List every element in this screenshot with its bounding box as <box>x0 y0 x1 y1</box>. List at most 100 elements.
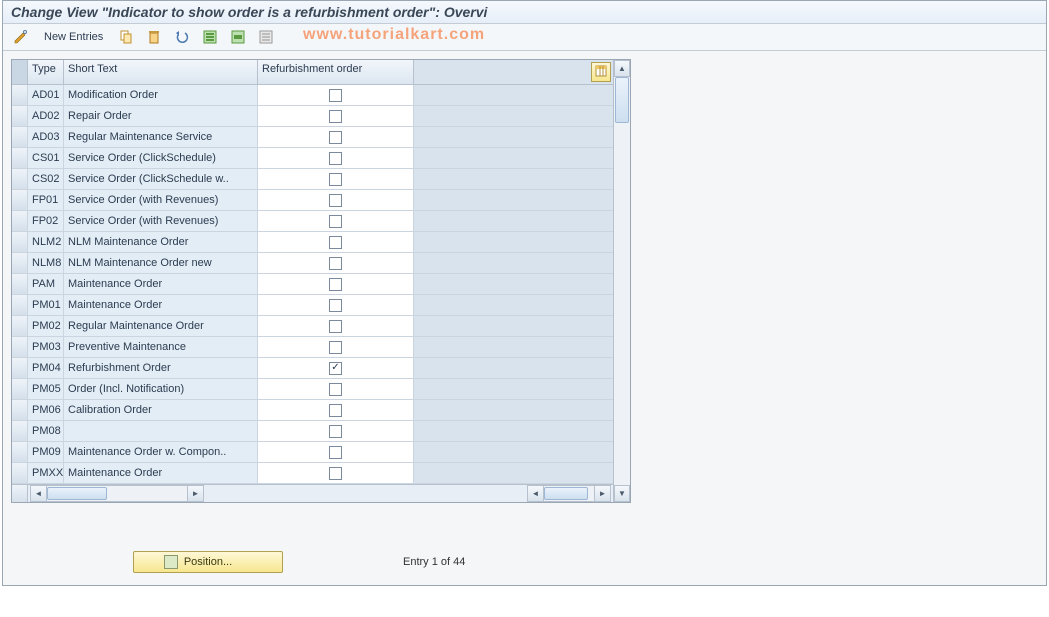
refurbishment-checkbox[interactable] <box>329 341 342 354</box>
row-selector[interactable] <box>12 295 28 315</box>
row-selector[interactable] <box>12 253 28 273</box>
cell-refurbishment[interactable] <box>258 379 414 399</box>
cell-short-text[interactable]: Maintenance Order w. Compon.. <box>64 442 258 462</box>
row-selector[interactable] <box>12 169 28 189</box>
refurbishment-checkbox[interactable]: ✓ <box>329 362 342 375</box>
table-row[interactable]: PM05Order (Incl. Notification) <box>12 379 613 400</box>
refurbishment-checkbox[interactable] <box>329 404 342 417</box>
row-selector[interactable] <box>12 127 28 147</box>
row-selector[interactable] <box>12 190 28 210</box>
copy-as-button[interactable] <box>114 27 138 47</box>
hscroll-right-group[interactable]: ◄ ► <box>527 485 611 502</box>
cell-type[interactable]: PMXX <box>28 463 64 483</box>
cell-short-text[interactable] <box>64 421 258 441</box>
refurbishment-checkbox[interactable] <box>329 215 342 228</box>
cell-short-text[interactable]: Preventive Maintenance <box>64 337 258 357</box>
cell-refurbishment[interactable] <box>258 211 414 231</box>
row-selector[interactable] <box>12 379 28 399</box>
cell-refurbishment[interactable] <box>258 148 414 168</box>
cell-refurbishment[interactable] <box>258 232 414 252</box>
select-all-button[interactable] <box>198 27 222 47</box>
table-row[interactable]: NLM8NLM Maintenance Order new <box>12 253 613 274</box>
hscroll-right-track[interactable] <box>544 485 594 502</box>
cell-refurbishment[interactable] <box>258 337 414 357</box>
cell-short-text[interactable]: Service Order (with Revenues) <box>64 211 258 231</box>
refurbishment-checkbox[interactable] <box>329 425 342 438</box>
cell-type[interactable]: PM09 <box>28 442 64 462</box>
hscroll-right-left-btn[interactable]: ◄ <box>527 485 544 502</box>
cell-type[interactable]: AD02 <box>28 106 64 126</box>
row-selector[interactable] <box>12 232 28 252</box>
row-selector-header[interactable] <box>12 60 28 84</box>
cell-refurbishment[interactable] <box>258 253 414 273</box>
cell-type[interactable]: NLM8 <box>28 253 64 273</box>
table-row[interactable]: PM06Calibration Order <box>12 400 613 421</box>
table-row[interactable]: CS01Service Order (ClickSchedule) <box>12 148 613 169</box>
hscroll-right-thumb[interactable] <box>544 487 588 500</box>
refurbishment-checkbox[interactable] <box>329 236 342 249</box>
grid-configure-button[interactable] <box>591 62 611 82</box>
refurbishment-checkbox[interactable] <box>329 194 342 207</box>
cell-refurbishment[interactable] <box>258 295 414 315</box>
table-row[interactable]: PM04Refurbishment Order ✓ <box>12 358 613 379</box>
row-selector[interactable] <box>12 316 28 336</box>
hscroll-left-track[interactable] <box>47 485 187 502</box>
cell-short-text[interactable]: Regular Maintenance Service <box>64 127 258 147</box>
row-selector[interactable] <box>12 358 28 378</box>
table-row[interactable]: PM02Regular Maintenance Order <box>12 316 613 337</box>
table-row[interactable]: PM09Maintenance Order w. Compon.. <box>12 442 613 463</box>
cell-refurbishment[interactable] <box>258 442 414 462</box>
table-row[interactable]: AD02Repair Order <box>12 106 613 127</box>
refurbishment-checkbox[interactable] <box>329 173 342 186</box>
cell-type[interactable]: FP02 <box>28 211 64 231</box>
grid-vscroll[interactable]: ▲ ▼ <box>613 60 630 502</box>
cell-refurbishment[interactable] <box>258 400 414 420</box>
hscroll-left-group[interactable]: ◄ ► <box>30 485 204 502</box>
table-row[interactable]: FP02Service Order (with Revenues) <box>12 211 613 232</box>
table-row[interactable]: PM01Maintenance Order <box>12 295 613 316</box>
cell-type[interactable]: CS02 <box>28 169 64 189</box>
row-selector[interactable] <box>12 421 28 441</box>
cell-refurbishment[interactable] <box>258 169 414 189</box>
vscroll-down-btn[interactable]: ▼ <box>614 485 630 502</box>
cell-type[interactable]: CS01 <box>28 148 64 168</box>
refurbishment-checkbox[interactable] <box>329 383 342 396</box>
refurbishment-checkbox[interactable] <box>329 89 342 102</box>
refurbishment-checkbox[interactable] <box>329 152 342 165</box>
refurbishment-checkbox[interactable] <box>329 467 342 480</box>
cell-refurbishment[interactable]: ✓ <box>258 358 414 378</box>
cell-type[interactable]: PM05 <box>28 379 64 399</box>
cell-type[interactable]: PM02 <box>28 316 64 336</box>
cell-short-text[interactable]: Maintenance Order <box>64 274 258 294</box>
table-row[interactable]: NLM2NLM Maintenance Order <box>12 232 613 253</box>
cell-short-text[interactable]: Refurbishment Order <box>64 358 258 378</box>
cell-type[interactable]: NLM2 <box>28 232 64 252</box>
refurbishment-checkbox[interactable] <box>329 110 342 123</box>
cell-short-text[interactable]: Modification Order <box>64 85 258 105</box>
vscroll-track[interactable] <box>614 77 630 485</box>
cell-short-text[interactable]: NLM Maintenance Order new <box>64 253 258 273</box>
row-selector[interactable] <box>12 106 28 126</box>
cell-type[interactable]: PM04 <box>28 358 64 378</box>
cell-short-text[interactable]: Calibration Order <box>64 400 258 420</box>
position-button[interactable]: Position... <box>133 551 283 573</box>
cell-refurbishment[interactable] <box>258 106 414 126</box>
hscroll-left-thumb[interactable] <box>47 487 107 500</box>
undo-button[interactable] <box>170 27 194 47</box>
table-row[interactable]: PMXXMaintenance Order <box>12 463 613 484</box>
column-header-type[interactable]: Type <box>28 60 64 84</box>
cell-type[interactable]: PAM <box>28 274 64 294</box>
cell-type[interactable]: PM08 <box>28 421 64 441</box>
vscroll-up-btn[interactable]: ▲ <box>614 60 630 77</box>
cell-type[interactable]: PM01 <box>28 295 64 315</box>
cell-refurbishment[interactable] <box>258 463 414 483</box>
cell-type[interactable]: PM03 <box>28 337 64 357</box>
cell-refurbishment[interactable] <box>258 421 414 441</box>
cell-short-text[interactable]: Order (Incl. Notification) <box>64 379 258 399</box>
refurbishment-checkbox[interactable] <box>329 131 342 144</box>
cell-type[interactable]: PM06 <box>28 400 64 420</box>
cell-type[interactable]: AD01 <box>28 85 64 105</box>
table-row[interactable]: AD01Modification Order <box>12 85 613 106</box>
table-row[interactable]: PAMMaintenance Order <box>12 274 613 295</box>
cell-short-text[interactable]: Service Order (with Revenues) <box>64 190 258 210</box>
